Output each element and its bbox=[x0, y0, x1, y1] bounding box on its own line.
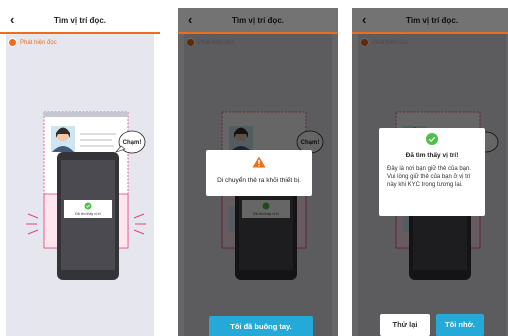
retry-button[interactable]: Thử lại bbox=[380, 314, 430, 336]
portrait-icon bbox=[51, 126, 75, 152]
screen-step-remove: ‹ Tìm vị trí đọc. Phát hiện đọc Chạm! Đã… bbox=[178, 8, 338, 336]
page-title: Tìm vị trí đọc. bbox=[53, 15, 106, 25]
header-dim-overlay bbox=[352, 8, 508, 34]
dialog-line-1: Đây là nơi bạn giữ thẻ của bạn. bbox=[387, 166, 472, 172]
released-button[interactable]: Tôi đã buông tay. bbox=[209, 316, 313, 336]
header-dim-overlay bbox=[178, 8, 338, 34]
screen-step-detect: ‹ Tìm vị trí đọc. Phát hiện đọc Chạm! Đã… bbox=[0, 8, 160, 336]
content-area: Phát hiện đọc Chạm! Đã tìm thấy vị trí bbox=[6, 34, 154, 336]
back-button[interactable]: ‹ bbox=[10, 12, 14, 28]
remove-card-dialog: Di chuyển thẻ ra khỏi thiết bị. bbox=[206, 150, 312, 196]
dialog-title: Đã tìm thấy vị trí! bbox=[405, 152, 459, 159]
screen-step-found: ‹ Tìm vị trí đọc. Phát hiện đọc Đã tìm t… bbox=[352, 8, 508, 336]
card-phone-illustration: Chạm! Đã tìm thấy vị trí bbox=[26, 111, 146, 280]
speech-text: Chạm! bbox=[123, 140, 142, 146]
phone-graphic: Đã tìm thấy vị trí bbox=[57, 152, 119, 280]
dialog-message: Di chuyển thẻ ra khỏi thiết bị. bbox=[217, 177, 301, 184]
position-found-dialog: Đã tìm thấy vị trí! Đây là nơi bạn giữ t… bbox=[379, 128, 485, 216]
app-header: ‹ Tìm vị trí đọc. bbox=[0, 8, 160, 32]
warning-triangle-icon bbox=[252, 156, 266, 168]
check-circle-icon bbox=[84, 202, 92, 210]
phone-status-text: Đã tìm thấy vị trí bbox=[75, 212, 101, 216]
dialog-line-2: Vui lòng giữ thẻ của bạn ở vị trí này kh… bbox=[387, 174, 471, 188]
check-circle-icon bbox=[426, 133, 438, 145]
remember-button[interactable]: Tôi nhớ. bbox=[436, 314, 484, 336]
